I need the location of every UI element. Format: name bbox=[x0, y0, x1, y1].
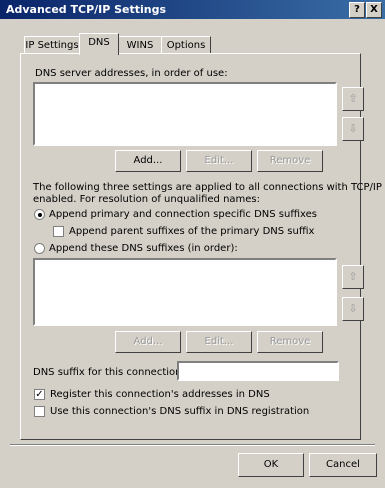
dns-suffix-edit-button[interactable]: Edit... bbox=[186, 331, 252, 353]
close-button[interactable]: X bbox=[366, 2, 382, 18]
window-title: Advanced TCP/IP Settings bbox=[6, 3, 167, 16]
arrow-up-icon: ⇧ bbox=[348, 270, 358, 283]
dns-suffix-remove-button[interactable]: Remove bbox=[257, 331, 323, 353]
title-bar: Advanced TCP/IP Settings ? X bbox=[0, 0, 385, 19]
dns-suffix-down-button[interactable]: ⇩ bbox=[342, 297, 364, 321]
connection-suffix-label: DNS suffix for this connection: bbox=[33, 367, 185, 378]
arrow-down-icon: ⇩ bbox=[348, 302, 358, 315]
arrow-up-icon: ⇧ bbox=[348, 92, 358, 105]
info-text-line2: enabled. For resolution of unqualified n… bbox=[33, 194, 261, 205]
dns-suffix-list[interactable] bbox=[33, 258, 337, 326]
append-these-label: Append these DNS suffixes (in order): bbox=[49, 243, 238, 254]
footer-separator bbox=[10, 444, 375, 446]
register-addresses-label: Register this connection's addresses in … bbox=[50, 389, 270, 400]
dns-server-edit-button[interactable]: Edit... bbox=[186, 150, 252, 172]
dns-servers-label: DNS server addresses, in order of use: bbox=[35, 68, 228, 79]
dns-server-remove-button[interactable]: Remove bbox=[257, 150, 323, 172]
append-primary-label: Append primary and connection specific D… bbox=[49, 209, 317, 220]
register-addresses-checkbox[interactable]: ✓ bbox=[34, 389, 45, 400]
ok-button[interactable]: OK bbox=[238, 453, 304, 477]
arrow-down-icon: ⇩ bbox=[348, 122, 358, 135]
append-these-radio[interactable] bbox=[34, 243, 45, 254]
dns-server-down-button[interactable]: ⇩ bbox=[342, 117, 364, 141]
radio-selected-dot bbox=[38, 213, 42, 217]
dns-suffix-up-button[interactable]: ⇧ bbox=[342, 265, 364, 289]
dns-server-list[interactable] bbox=[33, 82, 337, 146]
dns-suffix-add-button[interactable]: Add... bbox=[115, 331, 181, 353]
tab-dns[interactable]: DNS bbox=[79, 33, 119, 55]
use-suffix-registration-checkbox[interactable] bbox=[34, 406, 45, 417]
use-suffix-registration-label: Use this connection's DNS suffix in DNS … bbox=[50, 406, 310, 417]
cancel-button[interactable]: Cancel bbox=[309, 453, 377, 477]
dns-server-up-button[interactable]: ⇧ bbox=[342, 87, 364, 111]
append-parent-label: Append parent suffixes of the primary DN… bbox=[69, 226, 315, 237]
append-primary-radio[interactable] bbox=[34, 209, 45, 220]
dns-server-add-button[interactable]: Add... bbox=[115, 150, 181, 172]
check-mark-icon: ✓ bbox=[35, 389, 44, 400]
connection-suffix-input[interactable] bbox=[177, 361, 339, 381]
help-button[interactable]: ? bbox=[349, 2, 365, 18]
append-parent-checkbox[interactable] bbox=[53, 226, 64, 237]
dialog-body: IP Settings DNS WINS Options DNS server … bbox=[0, 19, 385, 488]
info-text-line1: The following three settings are applied… bbox=[33, 182, 382, 193]
